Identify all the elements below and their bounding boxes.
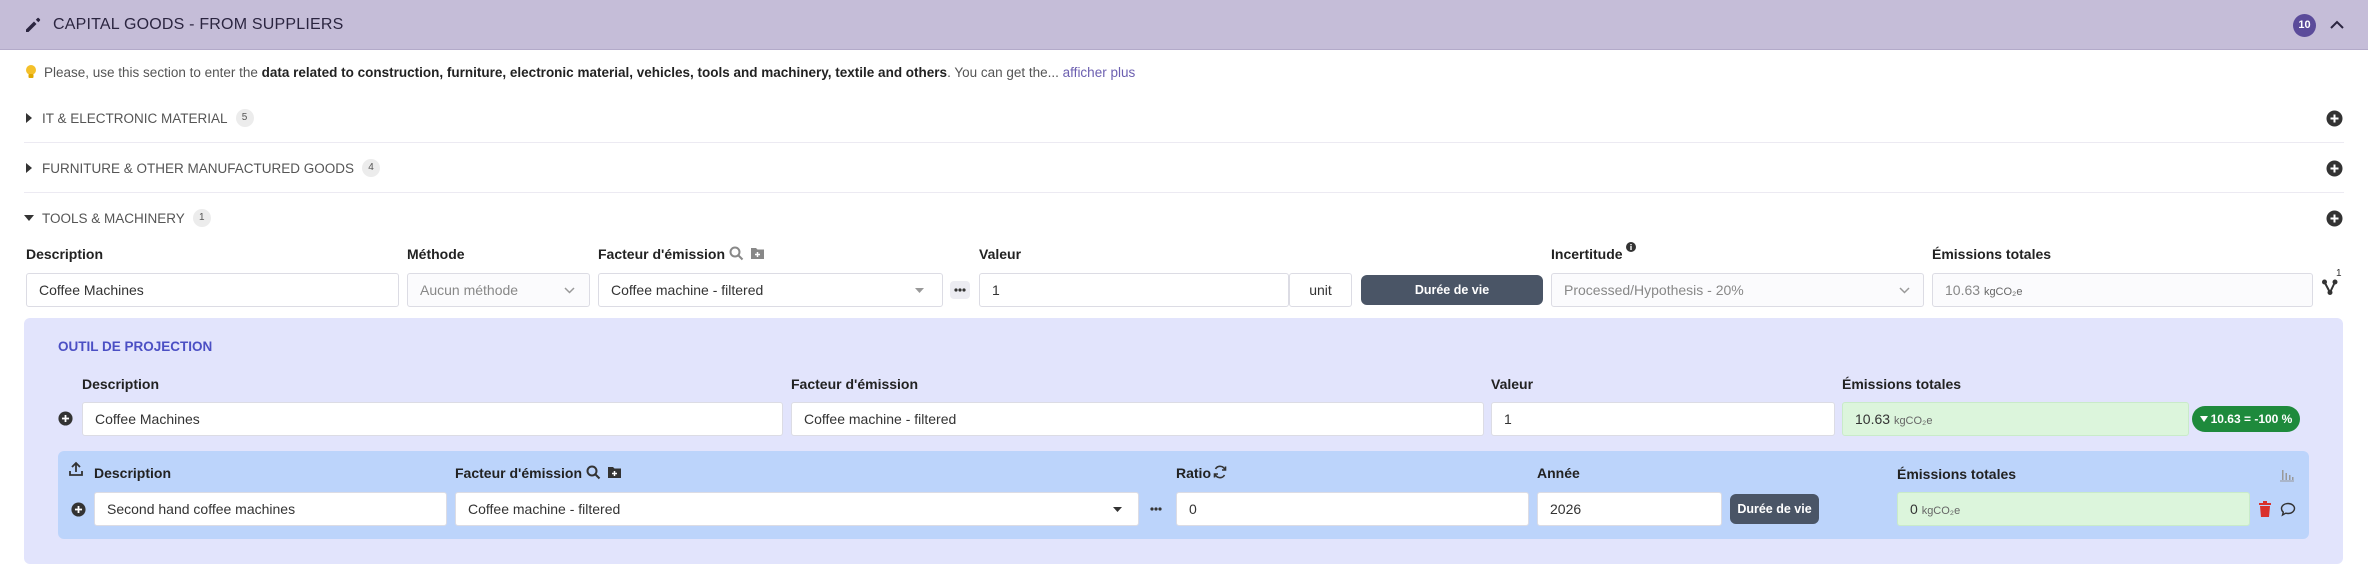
refresh-icon[interactable] — [1213, 465, 1227, 479]
projection-title: OUTIL DE PROJECTION — [58, 339, 213, 354]
duree-de-vie-button[interactable]: Durée de vie — [1361, 275, 1543, 305]
section-header[interactable]: CAPITAL GOODS - FROM SUPPLIERS 10 — [0, 0, 2368, 50]
sub-facteur-value: Coffee machine - filtered — [468, 501, 621, 517]
info-tail: . You can get the... — [947, 65, 1063, 80]
sub-facteur-label: Facteur d'émission — [455, 465, 583, 481]
methode-label: Méthode — [407, 246, 465, 262]
valeur-label: Valeur — [979, 246, 1022, 262]
info-icon[interactable] — [1626, 242, 1636, 252]
add-circle-icon[interactable] — [2326, 160, 2343, 177]
incertitude-value: Processed/Hypothesis - 20% — [1564, 282, 1744, 298]
caret-down-icon — [915, 288, 924, 293]
sub-emissions-value: 0 — [1910, 501, 1918, 517]
sub-annee-input[interactable]: 2026 — [1537, 492, 1722, 526]
pencil-icon[interactable] — [24, 16, 42, 34]
branch-icon[interactable] — [2321, 278, 2339, 296]
trash-icon[interactable] — [2258, 501, 2272, 517]
caret-down-icon — [1113, 507, 1122, 512]
ellipsis-icon — [1150, 507, 1162, 511]
chevron-down-icon — [564, 287, 575, 294]
incertitude-select[interactable]: Processed/Hypothesis - 20% — [1551, 273, 1924, 307]
description-label: Description — [26, 246, 104, 262]
bar-chart-icon[interactable] — [2279, 466, 2295, 482]
emissions-total: 10.63 kgCO₂e — [1932, 273, 2313, 307]
proj-facteur-input[interactable]: Coffee machine - filtered — [791, 402, 1484, 436]
sub-duree-de-vie-button[interactable]: Durée de vie — [1730, 494, 1819, 524]
ellipsis-icon — [954, 288, 966, 292]
reduction-pill: 10.63 = -100 % — [2192, 406, 2300, 432]
add-circle-icon[interactable] — [71, 502, 86, 517]
sub-description-label: Description — [94, 465, 172, 481]
category-count: 4 — [362, 159, 381, 177]
proj-emissions-total: 10.63 kgCO₂e — [1842, 402, 2189, 436]
caret-down-icon — [2199, 416, 2208, 422]
show-more-link[interactable]: afficher plus — [1063, 65, 1136, 80]
proj-emissions-unit: kgCO₂e — [1893, 415, 1933, 427]
caret-right-icon — [26, 113, 32, 123]
add-circle-icon[interactable] — [2326, 110, 2343, 127]
proj-valeur-input[interactable]: 1 — [1491, 402, 1835, 436]
search-icon[interactable] — [586, 465, 601, 480]
sub-ratio-input[interactable]: 0 — [1176, 492, 1529, 526]
unit-label: unit — [1289, 273, 1352, 307]
methode-value: Aucun méthode — [420, 282, 519, 298]
category-label: FURNITURE & OTHER MANUFACTURED GOODS — [42, 160, 355, 176]
upload-icon[interactable] — [68, 461, 84, 477]
info-text: Please, use this section to enter the da… — [24, 64, 1135, 80]
add-circle-icon[interactable] — [58, 411, 73, 426]
description-input[interactable]: Coffee Machines — [26, 273, 399, 307]
proj-description-input[interactable]: Coffee Machines — [82, 402, 783, 436]
chevron-up-icon[interactable] — [2328, 16, 2346, 34]
folder-plus-icon[interactable] — [750, 246, 765, 260]
facteur-label: Facteur d'émission — [598, 246, 726, 262]
comment-icon[interactable] — [2280, 502, 2296, 517]
add-circle-icon[interactable] — [2326, 210, 2343, 227]
search-icon[interactable] — [729, 246, 744, 261]
section-title: CAPITAL GOODS - FROM SUPPLIERS — [53, 16, 344, 33]
sub-annee-label: Année — [1537, 465, 1580, 481]
section-count-badge: 10 — [2293, 14, 2316, 37]
lightbulb-icon — [26, 65, 36, 78]
facteur-value: Coffee machine - filtered — [611, 282, 764, 298]
proj-emissions-label: Émissions totales — [1842, 376, 1962, 392]
valeur-input[interactable]: 1 — [979, 273, 1289, 307]
more-options-button[interactable] — [950, 281, 970, 299]
sub-more-options-button[interactable] — [1146, 500, 1166, 518]
proj-description-label: Description — [82, 376, 160, 392]
divider — [24, 192, 2344, 193]
category-tools-machinery[interactable]: TOOLS & MACHINERY 1 — [24, 205, 211, 231]
methode-select[interactable]: Aucun méthode — [407, 273, 590, 307]
info-bold: data related to construction, furniture,… — [261, 65, 948, 80]
category-count: 1 — [192, 209, 211, 227]
chevron-down-icon — [1899, 287, 1910, 294]
info-intro: Please, use this section to enter the — [44, 65, 262, 80]
caret-right-icon — [26, 163, 32, 173]
proj-facteur-label: Facteur d'émission — [791, 376, 919, 392]
sub-emissions-label: Émissions totales — [1897, 466, 2017, 482]
proj-emissions-value: 10.63 — [1855, 411, 1891, 427]
caret-down-icon — [24, 215, 34, 221]
category-furniture[interactable]: FURNITURE & OTHER MANUFACTURED GOODS 4 — [24, 155, 381, 181]
emissions-label: Émissions totales — [1932, 246, 2052, 262]
proj-valeur-label: Valeur — [1491, 376, 1534, 392]
category-label: IT & ELECTRONIC MATERIAL — [42, 110, 228, 126]
sub-emissions-total: 0 kgCO₂e — [1897, 492, 2250, 526]
emissions-value: 10.63 — [1945, 282, 1981, 298]
branch-count: 1 — [2336, 268, 2342, 279]
sub-facteur-select[interactable]: Coffee machine - filtered — [455, 492, 1139, 526]
sub-emissions-unit: kgCO₂e — [1921, 505, 1961, 517]
category-count: 5 — [235, 109, 254, 127]
divider — [24, 142, 2344, 143]
category-it-electronic[interactable]: IT & ELECTRONIC MATERIAL 5 — [24, 105, 254, 131]
reduction-text: 10.63 = -100 % — [2210, 412, 2293, 426]
sub-ratio-label: Ratio — [1176, 465, 1211, 481]
emissions-unit: kgCO₂e — [1983, 286, 2023, 298]
category-label: TOOLS & MACHINERY — [42, 210, 185, 226]
sub-description-input[interactable]: Second hand coffee machines — [94, 492, 447, 526]
folder-plus-icon[interactable] — [607, 465, 622, 479]
facteur-select[interactable]: Coffee machine - filtered — [598, 273, 943, 307]
incertitude-label: Incertitude — [1551, 246, 1623, 262]
